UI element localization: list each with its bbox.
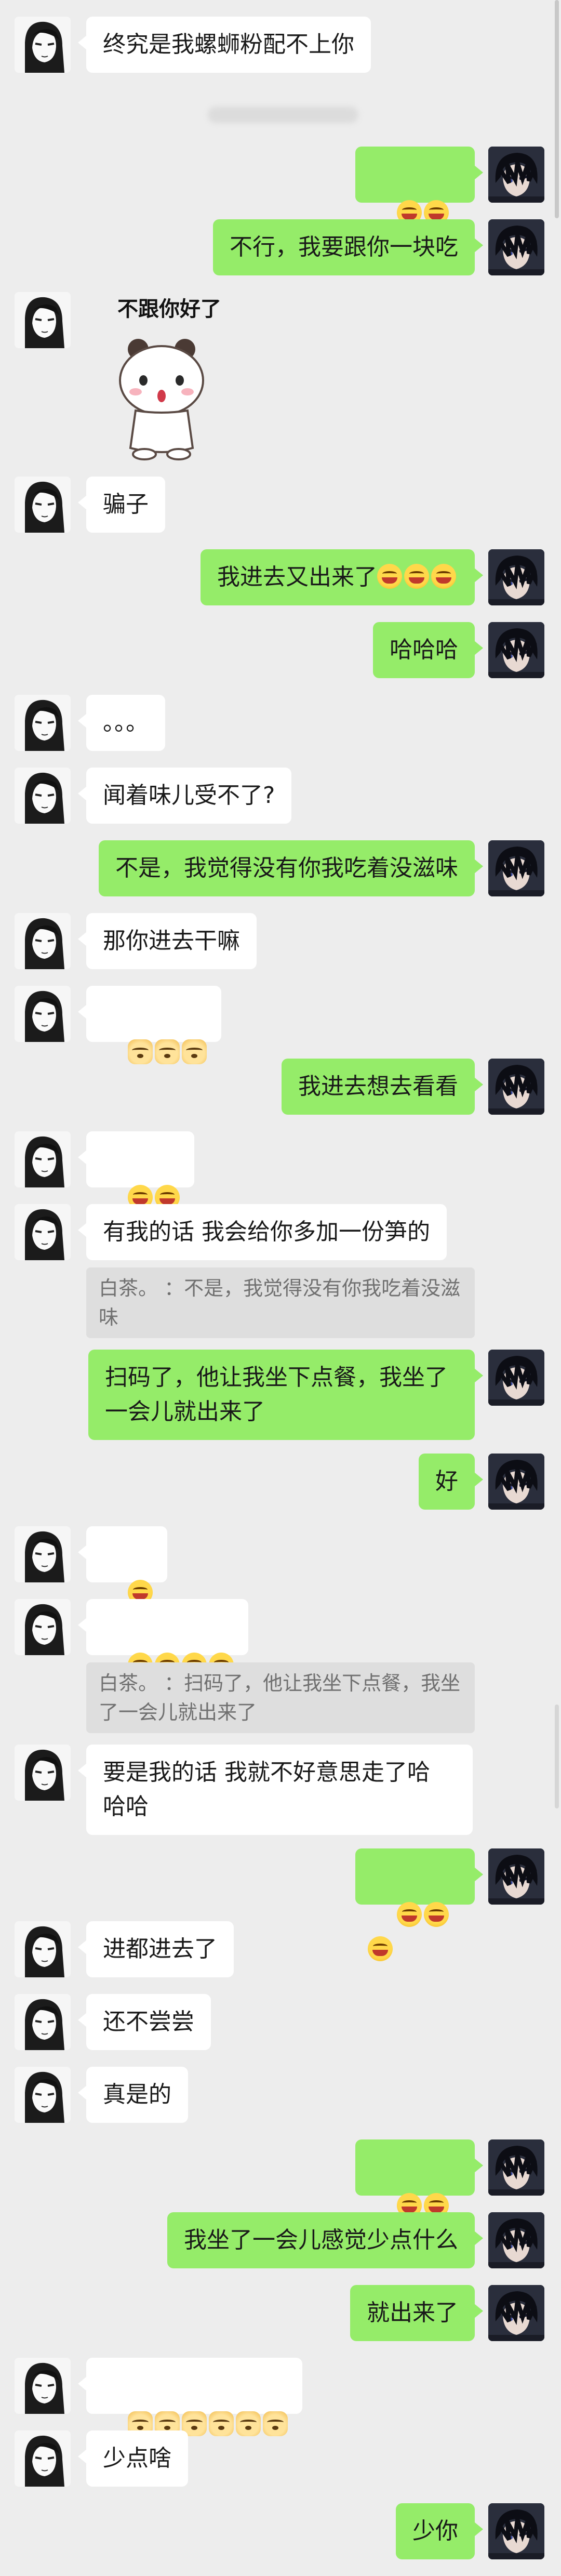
- contact-avatar[interactable]: [15, 1131, 71, 1187]
- tears-of-joy-icon: [431, 564, 456, 589]
- contact-avatar[interactable]: [15, 913, 71, 969]
- doge-icon: [154, 1039, 180, 1064]
- panda-sticker[interactable]: 不跟你好了: [86, 292, 237, 464]
- chat-scroll-indicator[interactable]: [555, 0, 559, 218]
- message-bubble[interactable]: 我进去又出来了: [201, 549, 483, 605]
- quoted-message[interactable]: 白茶。 ：不是，我觉得没有你我吃着没滋味: [86, 1267, 475, 1338]
- contact-avatar[interactable]: [15, 2067, 71, 2123]
- self-avatar[interactable]: [488, 1848, 544, 1905]
- message-bubble[interactable]: [78, 2358, 302, 2436]
- tears-of-joy-icon: [368, 1936, 393, 1961]
- doge-icon: [127, 1039, 153, 1064]
- contact-avatar[interactable]: [15, 695, 71, 751]
- chat-scroll-indicator-secondary: [555, 1705, 559, 1808]
- contact-avatar[interactable]: [15, 1204, 71, 1260]
- self-avatar[interactable]: [488, 147, 544, 203]
- doge-icon: [235, 2411, 261, 2436]
- self-avatar[interactable]: [488, 2503, 544, 2559]
- message-bubble[interactable]: 我坐了一会儿感觉少点什么: [167, 2212, 483, 2268]
- tears-of-joy-icon: [404, 564, 429, 589]
- message-bubble[interactable]: 就出来了: [350, 2285, 483, 2341]
- contact-avatar[interactable]: [15, 1745, 71, 1801]
- self-avatar[interactable]: [488, 622, 544, 678]
- panda-bear-icon: [119, 339, 204, 460]
- self-avatar[interactable]: [488, 1350, 544, 1406]
- contact-avatar[interactable]: [15, 292, 71, 348]
- quoted-message[interactable]: 白茶。 ：扫码了，他让我坐下点餐，我坐了一会儿就出来了: [86, 1662, 475, 1733]
- message-bubble[interactable]: 不是，我觉得没有你我吃着没滋味: [99, 840, 483, 896]
- message-bubble[interactable]: 要是我的话 我就不好意思走了哈 哈哈: [78, 1745, 473, 1835]
- contact-avatar[interactable]: [15, 2358, 71, 2414]
- message-bubble[interactable]: [78, 986, 221, 1064]
- contact-avatar[interactable]: [15, 1599, 71, 1655]
- message-bubble[interactable]: 终究是我螺蛳粉配不上你: [78, 17, 371, 73]
- message-bubble[interactable]: 。。。: [78, 695, 165, 751]
- message-bubble[interactable]: 那你进去干嘛: [78, 913, 257, 969]
- doge-icon: [208, 2411, 234, 2436]
- self-avatar[interactable]: [488, 840, 544, 896]
- message-bubble[interactable]: 有我的话 我会给你多加一份笋的: [78, 1204, 447, 1260]
- message-bubble[interactable]: 不行，我要跟你一块吃: [213, 219, 483, 275]
- self-avatar[interactable]: [488, 549, 544, 605]
- message-bubble[interactable]: 进都进去了: [78, 1921, 234, 1977]
- contact-avatar[interactable]: [15, 17, 71, 73]
- message-bubble[interactable]: [355, 1848, 483, 1961]
- message-bubble[interactable]: 骗子: [78, 477, 165, 533]
- self-avatar[interactable]: [488, 1059, 544, 1115]
- self-avatar[interactable]: [488, 2139, 544, 2196]
- message-text: 我进去又出来了: [217, 564, 377, 590]
- tears-of-joy-icon: [423, 1902, 449, 1927]
- blurred-timestamp: [208, 107, 358, 123]
- contact-avatar[interactable]: [15, 986, 71, 1042]
- message-bubble[interactable]: 还不尝尝: [78, 1994, 211, 2050]
- message-bubble[interactable]: 好: [419, 1454, 483, 1510]
- message-bubble[interactable]: 我进去想去看看: [282, 1059, 483, 1115]
- message-bubble[interactable]: [355, 147, 483, 259]
- doge-icon: [262, 2411, 288, 2436]
- self-avatar[interactable]: [488, 2212, 544, 2268]
- contact-avatar[interactable]: [15, 1526, 71, 1582]
- doge-icon: [181, 1039, 207, 1064]
- message-bubble[interactable]: [78, 1131, 194, 1210]
- message-bubble[interactable]: 扫码了，他让我坐下点餐，我坐了 一会儿就出来了: [88, 1350, 483, 1440]
- message-bubble[interactable]: 哈哈哈: [373, 622, 483, 678]
- message-bubble[interactable]: 真是的: [78, 2067, 188, 2123]
- message-bubble[interactable]: 少点啥: [78, 2430, 188, 2487]
- self-avatar[interactable]: [488, 2285, 544, 2341]
- contact-avatar[interactable]: [15, 477, 71, 533]
- tears-of-joy-icon: [377, 564, 402, 589]
- contact-avatar[interactable]: [15, 1994, 71, 2050]
- contact-avatar[interactable]: [15, 2430, 71, 2487]
- message-bubble[interactable]: 闻着味儿受不了?: [77, 768, 292, 824]
- contact-avatar[interactable]: [15, 1921, 71, 1977]
- self-avatar[interactable]: [488, 1454, 544, 1510]
- message-bubble[interactable]: 少你: [396, 2503, 483, 2559]
- contact-avatar[interactable]: [15, 768, 71, 824]
- tears-of-joy-icon: [396, 1902, 422, 1927]
- message-bubble[interactable]: [355, 2139, 483, 2252]
- message-bubble[interactable]: [78, 1599, 248, 1677]
- self-avatar[interactable]: [488, 219, 544, 275]
- message-bubble[interactable]: [78, 1526, 167, 1605]
